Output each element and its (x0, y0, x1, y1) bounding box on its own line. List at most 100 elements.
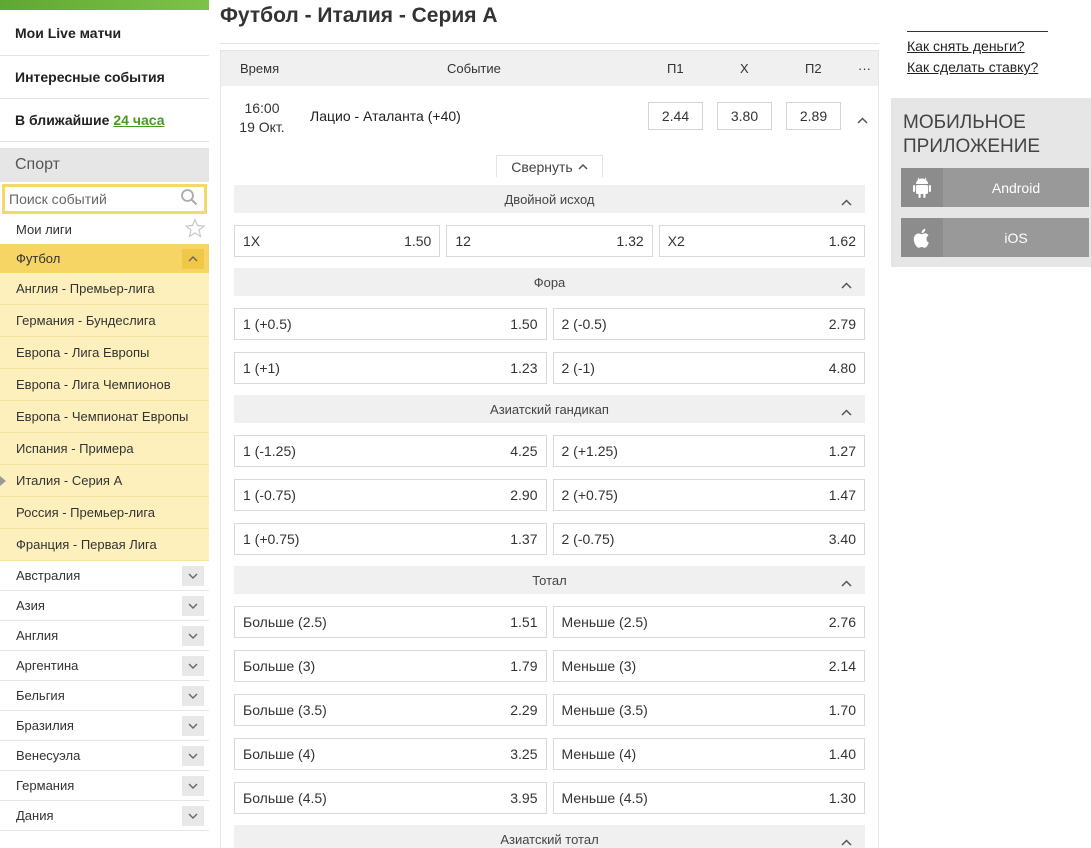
search-icon[interactable] (180, 188, 198, 211)
odd-label: 2 (+1.25) (561, 443, 618, 459)
odd-cell-button[interactable]: 2 (+1.25) 1.27 (552, 435, 865, 467)
sidebar-league-item[interactable]: Европа - Лига Европы (0, 337, 209, 369)
chevron-down-icon[interactable] (182, 595, 204, 616)
chevron-down-icon[interactable] (182, 625, 204, 646)
odd-cell-button[interactable]: 2 (-0.75) 3.40 (552, 523, 865, 555)
odd-cell-button[interactable]: 2 (-1) 4.80 (552, 352, 865, 384)
bet-help-link[interactable]: Как сделать ставку? (907, 59, 1038, 75)
collapse-button[interactable]: Свернуть (496, 155, 603, 177)
search-input[interactable] (9, 191, 169, 207)
market-row: 1 (-1.25) 4.25 2 (+1.25) 1.27 (234, 435, 865, 467)
chevron-up-icon[interactable] (841, 575, 852, 590)
upcoming-hours-link[interactable]: 24 часа (113, 112, 164, 128)
odd-p1-button[interactable]: 2.44 (648, 102, 703, 130)
sidebar-league-item[interactable]: Франция - Первая Лига (0, 529, 209, 561)
odd-cell-button[interactable]: 1 (-0.75) 2.90 (234, 479, 547, 511)
odd-value: 3.95 (510, 790, 538, 806)
sidebar-country-item[interactable]: Венесуэла (0, 741, 209, 771)
odd-cell-button[interactable]: 12 1.32 (446, 225, 653, 257)
odd-p2-button[interactable]: 2.89 (786, 102, 841, 130)
market-row: 1X 1.50 12 1.32 X2 1.62 (234, 225, 865, 257)
chevron-up-icon[interactable] (841, 194, 852, 209)
sidebar-league-item[interactable]: Германия - Бундеслига (0, 305, 209, 337)
odd-label: 1X (243, 233, 261, 249)
odd-cell-button[interactable]: 1 (+0.75) 1.37 (234, 523, 547, 555)
odd-cell-button[interactable]: Больше (3) 1.79 (234, 650, 547, 682)
chevron-up-icon[interactable] (857, 111, 868, 129)
market-header[interactable]: Тотал (234, 566, 865, 594)
sidebar-country-item[interactable]: Англия (0, 621, 209, 651)
odd-cell-button[interactable]: 2 (-0.5) 2.79 (552, 308, 865, 340)
sidebar-country-item[interactable]: Дания (0, 801, 209, 831)
sidebar-country-item[interactable]: Бразилия (0, 711, 209, 741)
chevron-up-icon[interactable] (841, 404, 852, 419)
odd-label: 2 (+0.75) (561, 487, 618, 503)
chevron-down-icon[interactable] (182, 655, 204, 676)
chevron-down-icon[interactable] (182, 565, 204, 586)
odd-cell-button[interactable]: Больше (3.5) 2.29 (234, 694, 547, 726)
chevron-down-icon[interactable] (182, 775, 204, 796)
sidebar-item-football[interactable]: Футбол (0, 244, 209, 273)
android-icon (901, 168, 943, 207)
odd-cell-button[interactable]: Меньше (3) 2.14 (552, 650, 865, 682)
odd-x-button[interactable]: 3.80 (717, 102, 772, 130)
odd-cell-button[interactable]: Меньше (4.5) 1.30 (552, 782, 865, 814)
odd-cell-button[interactable]: 2 (+0.75) 1.47 (552, 479, 865, 511)
sidebar-country-item[interactable]: Азия (0, 591, 209, 621)
market-header[interactable]: Двойной исход (234, 185, 865, 213)
sidebar-country-item[interactable]: Аргентина (0, 651, 209, 681)
title-divider (220, 43, 879, 44)
help-divider (907, 31, 1048, 32)
upcoming-events-link[interactable]: В ближайшие 24 часа (0, 99, 209, 142)
sidebar-league-item[interactable]: Италия - Серия А (0, 465, 209, 497)
sidebar-country-item[interactable]: Австралия (0, 561, 209, 591)
live-matches-link[interactable]: Мои Live матчи (0, 10, 209, 56)
main-content: Футбол - Италия - Серия А Время Событие … (220, 0, 879, 848)
star-icon[interactable] (184, 217, 206, 241)
sidebar-league-item[interactable]: Европа - Лига Чемпионов (0, 369, 209, 401)
more-columns-button[interactable]: ··· (858, 61, 871, 76)
chevron-up-icon[interactable] (182, 248, 204, 269)
odd-cell-button[interactable]: Больше (2.5) 1.51 (234, 606, 547, 638)
odd-cell-button[interactable]: Меньше (3.5) 1.70 (552, 694, 865, 726)
market-row: 1 (+0.5) 1.50 2 (-0.5) 2.79 (234, 308, 865, 340)
odd-cell-button[interactable]: 1 (-1.25) 4.25 (234, 435, 547, 467)
chevron-down-icon[interactable] (182, 685, 204, 706)
chevron-up-icon[interactable] (841, 277, 852, 292)
my-leagues-item[interactable]: Мои лиги (0, 214, 209, 244)
odd-cell-button[interactable]: 1 (+1) 1.23 (234, 352, 547, 384)
page-title: Футбол - Италия - Серия А (220, 4, 498, 27)
odd-cell-button[interactable]: 1 (+0.5) 1.50 (234, 308, 547, 340)
odd-value: 3.25 (510, 746, 538, 762)
sidebar-top-bar (0, 0, 209, 10)
odd-cell-button[interactable]: 1X 1.50 (234, 225, 441, 257)
odd-cell-button[interactable]: Меньше (2.5) 2.76 (552, 606, 865, 638)
odd-cell-button[interactable]: Меньше (4) 1.40 (552, 738, 865, 770)
sidebar-country-item[interactable]: Бельгия (0, 681, 209, 711)
chevron-down-icon[interactable] (182, 805, 204, 826)
market-header[interactable]: Азиатский тотал (234, 825, 865, 848)
market-header[interactable]: Фора (234, 268, 865, 296)
event-row[interactable]: 16:00 19 Окт. Лацио - Аталанта (+40) 2.4… (221, 86, 878, 148)
odd-cell-button[interactable]: Больше (4.5) 3.95 (234, 782, 547, 814)
markets-list: Двойной исход 1X 1.50 12 1.32 X2 1.62 Фора 1 (+0… (234, 185, 865, 848)
odd-cell-button[interactable]: Больше (4) 3.25 (234, 738, 547, 770)
odd-cell-button[interactable]: X2 1.62 (658, 225, 865, 257)
chevron-down-icon[interactable] (182, 715, 204, 736)
ios-app-button[interactable]: iOS (901, 218, 1089, 257)
sidebar-league-item[interactable]: Европа - Чемпионат Европы (0, 401, 209, 433)
chevron-up-icon[interactable] (841, 834, 852, 848)
market-row: Больше (4.5) 3.95 Меньше (4.5) 1.30 (234, 782, 865, 814)
interesting-events-link[interactable]: Интересные события (0, 56, 209, 99)
sidebar-league-item[interactable]: Англия - Премьер-лига (0, 273, 209, 305)
sidebar-country-item[interactable]: Германия (0, 771, 209, 801)
android-app-button[interactable]: Android (901, 168, 1089, 207)
chevron-down-icon[interactable] (182, 745, 204, 766)
withdraw-help-link[interactable]: Как снять деньги? (907, 38, 1025, 54)
odd-label: 2 (-0.5) (561, 316, 607, 332)
sidebar-league-item[interactable]: Испания - Примера (0, 433, 209, 465)
sidebar-league-item[interactable]: Россия - Премьер-лига (0, 497, 209, 529)
apple-icon (901, 218, 943, 257)
event-name[interactable]: Лацио - Аталанта (+40) (310, 108, 461, 124)
market-header[interactable]: Азиатский гандикап (234, 395, 865, 423)
